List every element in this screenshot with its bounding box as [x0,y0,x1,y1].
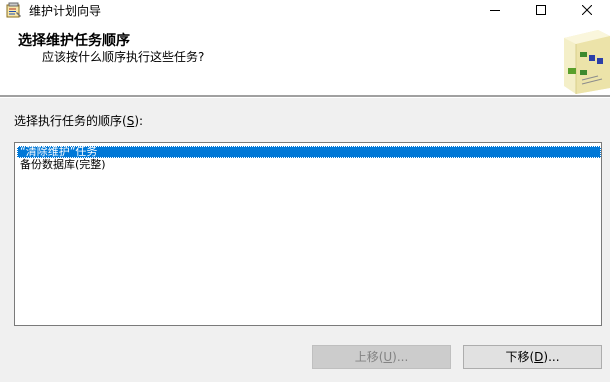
move-up-button[interactable]: 上移(U)... [312,345,451,369]
task-order-label: 选择执行任务的顺序(S): [14,114,143,128]
wizard-header: 选择维护任务顺序 应该按什么顺序执行这些任务? [0,22,610,95]
task-order-label-suffix: ): [134,114,144,128]
window-title: 维护计划向导 [29,4,102,18]
maximize-icon [536,5,546,15]
move-down-button[interactable]: 下移(D)... [463,345,602,369]
move-up-accel: U [383,350,393,364]
close-button[interactable] [564,0,610,22]
page-subtitle: 应该按什么顺序执行这些任务? [42,50,205,64]
close-icon [582,5,592,15]
minimize-button[interactable] [472,0,518,22]
maintenance-plan-icon [6,2,22,18]
list-item[interactable]: “清除维护”任务 [17,146,601,158]
minimize-icon [490,10,500,11]
move-up-label: 上移( [354,350,384,364]
move-up-suffix: )... [392,350,409,364]
move-down-suffix: )... [543,350,560,364]
title-bar[interactable]: 维护计划向导 [0,0,610,22]
header-divider [0,95,610,98]
maximize-button[interactable] [518,0,564,22]
task-order-label-text: 选择执行任务的顺序( [14,114,127,128]
move-down-label: 下移( [505,350,535,364]
list-item[interactable]: 备份数据库(完整) [17,159,601,171]
wizard-task-graphic [558,28,610,94]
task-order-list[interactable]: “清除维护”任务 备份数据库(完整) [14,142,602,326]
page-title: 选择维护任务顺序 [18,33,130,49]
